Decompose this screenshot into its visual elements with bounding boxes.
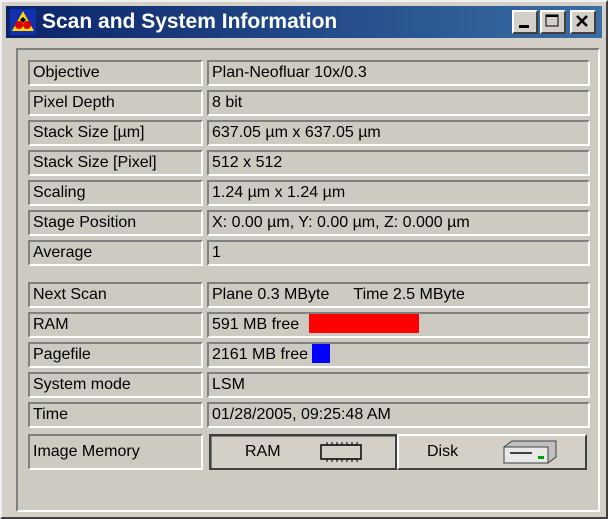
row-label: Pixel Depth xyxy=(28,90,203,116)
image-memory-row: Image Memory RAM Disk xyxy=(28,434,590,470)
ram-button-label: RAM xyxy=(245,443,281,460)
row-label: RAM xyxy=(28,312,203,338)
lsm-logo-icon[interactable]: ◆ xyxy=(10,9,36,35)
disk-button-label: Disk xyxy=(427,443,459,460)
row-stack-size-um: Stack Size [µm] 637.05 µm x 637.05 µm xyxy=(28,120,590,146)
disk-drive-icon xyxy=(503,440,557,464)
row-value: Plan-Neofluar 10x/0.3 xyxy=(207,60,590,86)
next-scan-time: Time 2.5 MByte xyxy=(353,286,465,303)
title-bar[interactable]: ◆ Scan and System Information xyxy=(6,6,602,38)
row-ram: RAM 591 MB free xyxy=(28,312,590,338)
row-pixel-depth: Pixel Depth 8 bit xyxy=(28,90,590,116)
row-stage-position: Stage Position X: 0.00 µm, Y: 0.00 µm, Z… xyxy=(28,210,590,236)
next-scan-plane: Plane 0.3 MByte xyxy=(212,286,330,303)
row-label: Stack Size [µm] xyxy=(28,120,203,146)
row-label: Next Scan xyxy=(28,282,203,308)
ram-usage-bar xyxy=(309,314,420,334)
row-label: Objective xyxy=(28,60,203,86)
close-button[interactable] xyxy=(570,10,596,34)
row-pagefile: Pagefile 2161 MB free xyxy=(28,342,590,368)
row-average: Average 1 xyxy=(28,240,590,266)
memory-chip-icon xyxy=(319,442,362,462)
row-value: 512 x 512 xyxy=(207,150,590,176)
row-value: 591 MB free xyxy=(207,312,590,338)
row-value: X: 0.00 µm, Y: 0.00 µm, Z: 0.000 µm xyxy=(207,210,590,236)
minimize-button[interactable] xyxy=(512,10,538,34)
row-value: 1.24 µm x 1.24 µm xyxy=(207,180,590,206)
scan-info-window: ◆ Scan and System Information Objective … xyxy=(0,0,608,519)
minimize-icon xyxy=(519,25,529,28)
ram-free-text: 591 MB free xyxy=(212,316,300,333)
row-label: System mode xyxy=(28,372,203,398)
pagefile-usage-bar xyxy=(312,344,331,364)
row-objective: Objective Plan-Neofluar 10x/0.3 xyxy=(28,60,590,86)
row-value: 2161 MB free xyxy=(207,342,590,368)
row-value: 01/28/2005, 09:25:48 AM xyxy=(207,402,590,428)
ram-toggle-button[interactable]: RAM xyxy=(209,434,397,470)
image-memory-label: Image Memory xyxy=(28,434,203,470)
row-label: Time xyxy=(28,402,203,428)
maximize-button[interactable] xyxy=(540,10,566,34)
window-title: Scan and System Information xyxy=(42,10,338,33)
row-value: 637.05 µm x 637.05 µm xyxy=(207,120,590,146)
pagefile-free-text: 2161 MB free xyxy=(212,346,309,363)
row-label: Stack Size [Pixel] xyxy=(28,150,203,176)
row-value: Plane 0.3 MByte Time 2.5 MByte xyxy=(207,282,590,308)
close-icon xyxy=(576,15,588,27)
row-label: Scaling xyxy=(28,180,203,206)
disk-toggle-button[interactable]: Disk xyxy=(397,434,587,470)
row-scaling: Scaling 1.24 µm x 1.24 µm xyxy=(28,180,590,206)
row-label: Average xyxy=(28,240,203,266)
row-time: Time 01/28/2005, 09:25:48 AM xyxy=(28,402,590,428)
row-value: 8 bit xyxy=(207,90,590,116)
row-label: Pagefile xyxy=(28,342,203,368)
row-stack-size-pixel: Stack Size [Pixel] 512 x 512 xyxy=(28,150,590,176)
maximize-icon xyxy=(545,14,559,27)
row-next-scan: Next Scan Plane 0.3 MByte Time 2.5 MByte xyxy=(28,282,590,308)
info-panel: Objective Plan-Neofluar 10x/0.3 Pixel De… xyxy=(16,48,600,512)
row-value: LSM xyxy=(207,372,590,398)
row-value: 1 xyxy=(207,240,590,266)
row-system-mode: System mode LSM xyxy=(28,372,590,398)
svg-text:◆: ◆ xyxy=(20,15,27,24)
row-label: Stage Position xyxy=(28,210,203,236)
